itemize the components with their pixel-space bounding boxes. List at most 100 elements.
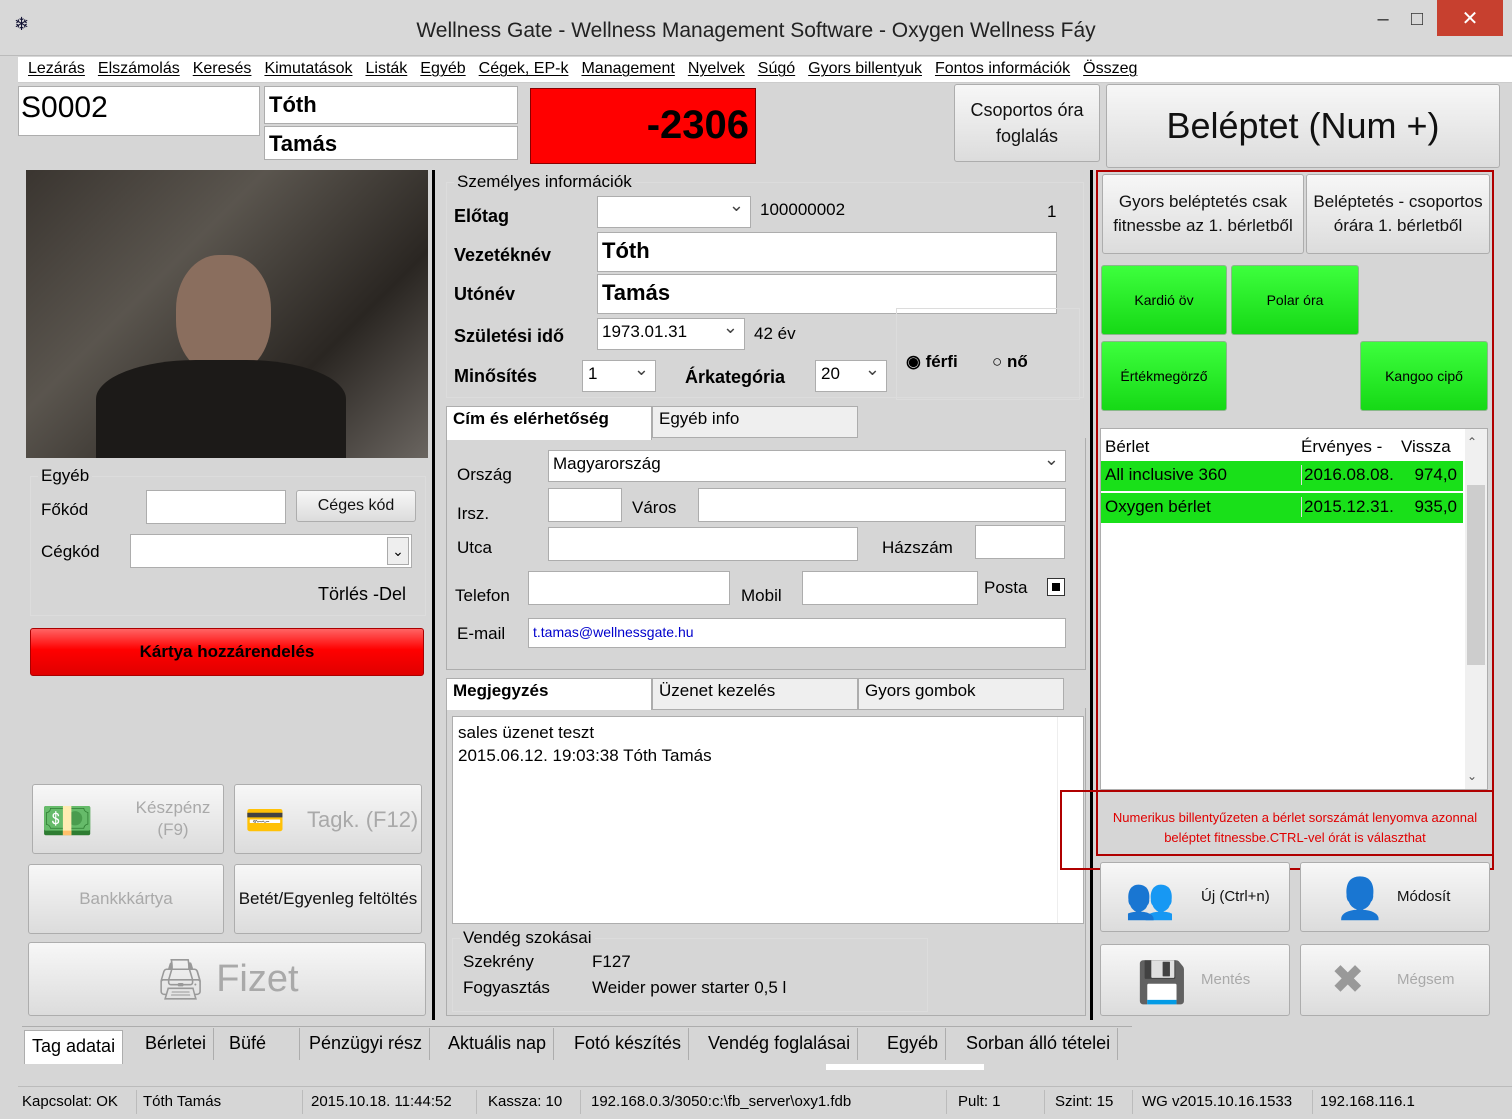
menu-item[interactable]: Összeg [1083,57,1137,81]
birth-date-picker[interactable]: 1973.01.31 [597,317,745,350]
menu-item[interactable]: Egyéb [420,57,465,81]
notes-textarea[interactable]: sales üzenet teszt 2015.06.12. 19:03:38 … [452,716,1084,924]
tab-photo[interactable]: Fotó készítés [567,1028,690,1060]
phone-label: Telefon [455,586,510,605]
tab-address[interactable]: Cím és elérhetőség [446,406,652,440]
tab-guest-bookings[interactable]: Vendég foglalásai [701,1028,859,1060]
minimize-button[interactable]: – [1368,0,1398,40]
card-assign-button[interactable]: Kártya hozzárendelés [30,628,424,676]
chevron-down-icon[interactable]: ⌄ [387,537,409,565]
scrollbar-thumb[interactable] [1467,485,1485,665]
bankcard-button[interactable]: Bankkkártya [28,864,224,934]
pay-button[interactable]: 🖨 Fizet [28,942,426,1016]
checkin-button[interactable]: Beléptet (Num +) [1106,84,1500,168]
column-header-return[interactable]: Vissza [1401,437,1451,457]
phone-input[interactable] [528,571,730,605]
firstname-label: Utónév [454,284,516,304]
post-checkbox[interactable] [1047,578,1065,596]
table-row[interactable]: Oxygen bérlet 2015.12.31. 935,0 [1101,493,1463,523]
numeric-hint: Numerikus billentyűzeten a bérlet sorszá… [1112,810,1478,845]
menu-item[interactable]: Nyelvek [688,57,745,81]
menu-item[interactable]: Gyors billentyuk [808,57,922,81]
status-datetime: 2015.10.18. 11:44:52 [311,1093,452,1110]
lastname-input[interactable]: Tóth [597,232,1057,272]
city-label: Város [632,498,677,517]
table-row[interactable]: All inclusive 360 2016.08.08. 974,0 [1101,461,1463,491]
street-input[interactable] [548,527,858,561]
member-count: 1 [1047,202,1057,221]
close-button[interactable]: ✕ [1437,0,1503,36]
house-number-input[interactable] [975,525,1065,559]
save-button[interactable]: 💾 Mentés [1100,944,1290,1016]
rating-select[interactable]: 1 [582,359,656,392]
other-group-legend: Egyéb [38,466,93,486]
modify-button[interactable]: 👤 Módosít [1300,862,1490,932]
title-bar: ❄ Wellness Gate - Wellness Management So… [0,0,1512,56]
member-photo [26,170,428,458]
street-label: Utca [457,538,492,557]
chevron-down-icon[interactable]: ⌄ [1467,769,1477,783]
menu-item[interactable]: Fontos információk [935,57,1070,81]
cancel-button[interactable]: ✖ Mégsem [1300,944,1490,1016]
kangoo-button[interactable]: Kangoo cipő [1360,341,1488,411]
status-database: 192.168.0.3/3050:c:\fb_server\oxy1.fdb [591,1093,852,1110]
email-input[interactable]: t.tamas@wellnessgate.hu [528,618,1066,648]
company-code-button[interactable]: Céges kód [296,490,416,522]
country-select[interactable]: Magyarország [548,449,1066,482]
polar-button[interactable]: Polar óra [1231,265,1359,335]
post-label: Posta [984,578,1028,597]
edit-user-icon: 👤 [1335,877,1385,921]
rating-label: Minősítés [454,366,538,386]
tab-current-day[interactable]: Aktuális nap [441,1028,555,1060]
zip-input[interactable] [548,488,622,522]
quick-fitness-button[interactable]: Gyors beléptetés csak fitnessbe az 1. bé… [1102,174,1304,254]
tab-quick-buttons[interactable]: Gyors gombok [858,678,1064,710]
valuables-button[interactable]: Értékmegörző [1101,341,1227,411]
tab-passes[interactable]: Bérletei [138,1028,215,1060]
deposit-button[interactable]: Betét/Egyenleg feltöltés [234,864,422,934]
menu-item[interactable]: Listák [365,57,407,81]
member-pay-button[interactable]: 💳 Tagk. (F12) [234,784,422,854]
main-code-input[interactable] [146,490,286,524]
tab-buffet[interactable]: Büfé [222,1028,300,1060]
menu-item[interactable]: Cégek, EP-k [479,57,569,81]
age-value: 42 év [754,324,796,343]
menu-item[interactable]: Súgó [758,57,795,81]
menu-item[interactable]: Kimutatások [264,57,352,81]
menu-item[interactable]: Lezárás [28,57,85,81]
maximize-button[interactable]: □ [1402,0,1432,40]
column-header-pass[interactable]: Bérlet [1105,437,1149,457]
country-label: Ország [457,465,512,484]
menu-item[interactable]: Keresés [193,57,252,81]
city-input[interactable] [698,488,1066,522]
male-radio[interactable]: ◉ férfi [906,352,958,372]
menu-item[interactable]: Management [581,57,674,81]
habits-legend: Vendég szokásai [460,928,595,948]
new-button[interactable]: 👥 Új (Ctrl+n) [1100,862,1290,932]
tab-other[interactable]: Egyéb [880,1028,947,1060]
column-header-valid[interactable]: Érvényes - [1301,437,1382,457]
tab-notes[interactable]: Megjegyzés [446,678,652,710]
chevron-up-icon[interactable]: ⌃ [1467,435,1477,449]
email-label: E-mail [457,624,506,643]
group-booking-button[interactable]: Csoportos óra foglalás [954,84,1100,162]
tab-message-handling[interactable]: Üzenet kezelés [652,678,858,710]
female-radio[interactable]: ○ nő [992,352,1028,372]
passes-scrollbar[interactable]: ⌃ ⌄ [1465,429,1487,789]
personal-legend: Személyes információk [454,172,635,192]
tab-other-info[interactable]: Egyéb info [652,406,858,438]
group-class-button[interactable]: Beléptetés - csoportos órára 1. bérletbő… [1306,174,1490,254]
right-divider [1090,170,1093,1020]
kardio-button[interactable]: Kardió öv [1101,265,1227,335]
price-category-label: Árkategória [685,367,786,387]
company-code-select[interactable]: ⌄ [130,534,412,568]
price-category-select[interactable]: 20 [815,359,887,392]
tab-member-data[interactable]: Tag adatai [24,1030,124,1064]
floppy-icon: 💾 [1137,961,1187,1005]
mobile-input[interactable] [802,571,978,605]
tab-finance[interactable]: Pénzügyi rész [302,1028,431,1060]
tab-queued-items[interactable]: Sorban álló tételei [959,1028,1119,1060]
prefix-select[interactable] [597,195,751,228]
cash-button[interactable]: 💵 Készpénz (F9) [32,784,224,854]
menu-item[interactable]: Elszámolás [98,57,180,81]
